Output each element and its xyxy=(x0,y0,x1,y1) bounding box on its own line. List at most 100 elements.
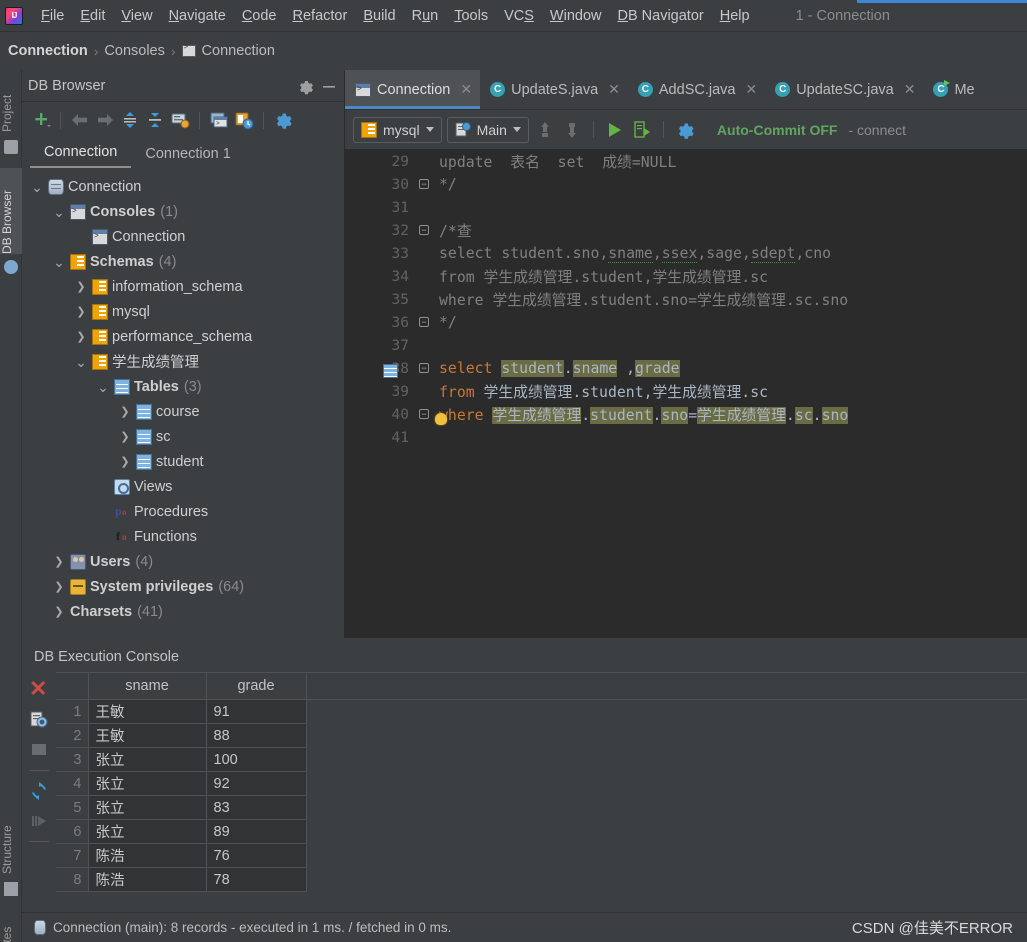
rollback-icon[interactable] xyxy=(561,119,583,141)
schema-select[interactable]: mysql xyxy=(353,116,442,143)
sidebar-item-structure[interactable]: Structure xyxy=(0,810,22,874)
code-fold-toggle[interactable]: − xyxy=(415,179,433,190)
close-icon[interactable]: ✕ xyxy=(745,81,757,98)
cell-empty[interactable] xyxy=(306,819,1026,844)
run-script-icon[interactable] xyxy=(631,119,653,141)
close-icon[interactable]: ✕ xyxy=(904,81,916,98)
cell-sname[interactable]: 张立 xyxy=(87,795,207,820)
tree-node[interactable]: ⌄ Tables (3) xyxy=(22,374,344,399)
close-icon[interactable]: ✕ xyxy=(460,81,472,98)
sql-code-editor[interactable]: 29 update 表名 set 成绩=NULL 30− */31 32−/*查 33 se… xyxy=(345,150,1027,642)
settings-icon[interactable] xyxy=(674,119,696,141)
editor-tab-addsc-java[interactable]: AddSC.java ✕ xyxy=(628,70,765,109)
menu-item-vcs[interactable]: VCS xyxy=(496,5,542,27)
breadcrumb-item-consoles[interactable]: Consoles xyxy=(104,43,164,59)
cell-grade[interactable]: 78 xyxy=(205,867,307,892)
menu-item-help[interactable]: Help xyxy=(712,5,758,27)
menu-item-build[interactable]: Build xyxy=(355,5,403,27)
tree-node[interactable]: ⌄ 学生成绩管理 xyxy=(22,349,344,374)
tree-node[interactable]: Views xyxy=(22,474,344,499)
db-tab-connection[interactable]: Connection xyxy=(30,142,132,168)
tree-node[interactable]: ❯ Charsets (41) xyxy=(22,599,344,624)
table-row[interactable]: 5 张立 83 xyxy=(56,795,1026,820)
chevron-right-icon[interactable]: ❯ xyxy=(74,280,88,293)
fold-box-icon[interactable]: − xyxy=(419,409,429,419)
table-row[interactable]: 4 张立 92 xyxy=(56,771,1026,796)
menu-item-db-navigator[interactable]: DB Navigator xyxy=(609,5,711,27)
intention-bulb-icon[interactable] xyxy=(435,413,447,425)
sidebar-item-db-browser[interactable]: DB Browser xyxy=(0,168,22,254)
code-fold-toggle[interactable]: − xyxy=(415,317,433,328)
results-grid-container[interactable]: sname grade 1 王敏 91 2 王敏 88 3 张立 100 4 张立 92 5 张立 83 6 张… xyxy=(56,672,1027,912)
cell-empty[interactable] xyxy=(306,795,1026,820)
tree-node[interactable]: ❯ course xyxy=(22,399,344,424)
menu-item-view[interactable]: View xyxy=(113,5,160,27)
tree-node[interactable]: ⌄ Consoles(1) xyxy=(22,199,344,224)
chevron-right-icon[interactable]: ❯ xyxy=(74,330,88,343)
menu-item-file[interactable]: File xyxy=(33,5,72,27)
open-console-icon[interactable]: > xyxy=(208,109,230,131)
code-line[interactable]: 32−/*查 xyxy=(345,219,1027,242)
filter-icon[interactable] xyxy=(169,109,191,131)
auto-commit-status[interactable]: Auto-Commit OFF xyxy=(717,122,838,138)
close-icon[interactable]: ✕ xyxy=(29,678,49,700)
cell-sname[interactable]: 陈浩 xyxy=(87,843,207,868)
column-header-grade[interactable]: grade xyxy=(205,672,307,700)
menu-item-run[interactable]: Run xyxy=(404,5,447,27)
tree-node[interactable]: ❯ sc xyxy=(22,424,344,449)
tree-node[interactable]: ❯ performance_schema xyxy=(22,324,344,349)
commit-icon[interactable] xyxy=(534,119,556,141)
tree-node[interactable]: ⌄ Schemas (4) xyxy=(22,249,344,274)
session-select[interactable]: Main xyxy=(446,116,529,143)
db-tab-connection-1[interactable]: Connection 1 xyxy=(131,144,244,168)
fold-box-icon[interactable]: − xyxy=(419,225,429,235)
code-fold-toggle[interactable]: − xyxy=(415,409,447,425)
run-icon[interactable] xyxy=(604,119,626,141)
tree-node[interactable]: Procedures xyxy=(22,499,344,524)
code-line[interactable]: 34 from 学生成绩管理.student,学生成绩管理.sc xyxy=(345,265,1027,288)
menu-item-edit[interactable]: Edit xyxy=(72,5,113,27)
chevron-down-icon[interactable]: ⌄ xyxy=(96,380,110,394)
menu-item-navigate[interactable]: Navigate xyxy=(161,5,234,27)
run-icon[interactable] xyxy=(29,811,49,831)
chevron-right-icon[interactable]: ❯ xyxy=(52,580,66,593)
editor-tab-updates-java[interactable]: UpdateS.java ✕ xyxy=(480,70,628,109)
table-row[interactable]: 6 张立 89 xyxy=(56,819,1026,844)
expand-all-icon[interactable] xyxy=(119,109,141,131)
editor-tab-me[interactable]: Me xyxy=(923,70,982,109)
tree-node[interactable]: ❯ student xyxy=(22,449,344,474)
cell-grade[interactable]: 89 xyxy=(205,819,307,844)
cell-grade[interactable]: 83 xyxy=(205,795,307,820)
fold-box-icon[interactable]: − xyxy=(419,317,429,327)
code-line[interactable]: 31 xyxy=(345,196,1027,219)
cell-grade[interactable]: 88 xyxy=(205,723,307,748)
gear-icon[interactable] xyxy=(296,77,314,95)
chevron-right-icon[interactable]: ❯ xyxy=(74,305,88,318)
stop-icon[interactable] xyxy=(29,740,49,760)
settings-icon[interactable] xyxy=(272,109,294,131)
chevron-right-icon[interactable]: ❯ xyxy=(118,455,132,468)
cell-sname[interactable]: 王敏 xyxy=(87,699,207,724)
code-line[interactable]: 39 from 学生成绩管理.student,学生成绩管理.sc xyxy=(345,380,1027,403)
table-row[interactable]: 2 王敏 88 xyxy=(56,723,1026,748)
code-line[interactable]: 30− */ xyxy=(345,173,1027,196)
cell-empty[interactable] xyxy=(306,723,1026,748)
db-browser-tree[interactable]: ⌄Connection⌄Consoles(1)Connection⌄Schema… xyxy=(22,170,344,642)
chevron-right-icon[interactable]: ❯ xyxy=(118,430,132,443)
cell-sname[interactable]: 张立 xyxy=(87,771,207,796)
export-data-icon[interactable] xyxy=(29,710,49,730)
cell-empty[interactable] xyxy=(306,699,1026,724)
table-row[interactable]: 8 陈浩 78 xyxy=(56,867,1026,892)
forward-icon[interactable] xyxy=(94,109,116,131)
chevron-down-icon[interactable]: ⌄ xyxy=(30,180,44,194)
code-fold-toggle[interactable]: − xyxy=(415,225,433,236)
cell-empty[interactable] xyxy=(306,867,1026,892)
cell-sname[interactable]: 王敏 xyxy=(87,723,207,748)
close-icon[interactable]: ✕ xyxy=(608,81,620,98)
menu-item-refactor[interactable]: Refactor xyxy=(285,5,356,27)
tree-node[interactable]: ❯ Users (4) xyxy=(22,549,344,574)
cell-empty[interactable] xyxy=(306,771,1026,796)
breadcrumb-item-connection[interactable]: Connection xyxy=(8,43,88,59)
table-row[interactable]: 7 陈浩 76 xyxy=(56,843,1026,868)
code-line[interactable]: 40− where 学生成绩管理.student.sno=学生成绩管理.sc.sn… xyxy=(345,403,1027,426)
